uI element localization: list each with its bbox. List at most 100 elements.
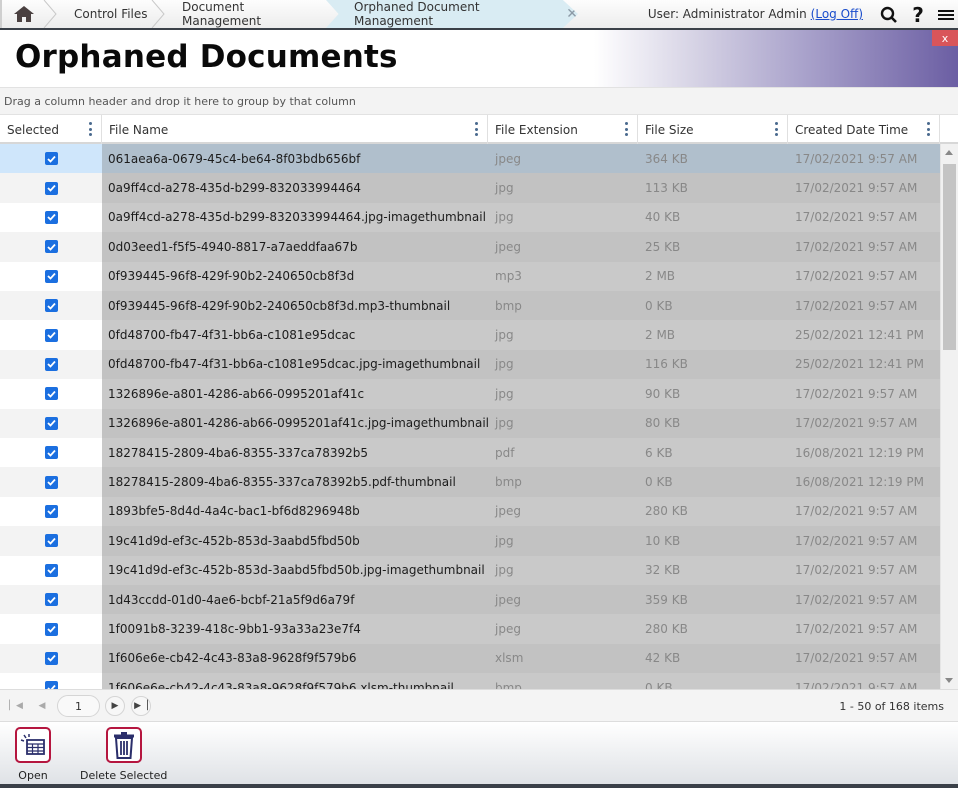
column-menu-icon[interactable] xyxy=(625,122,629,136)
column-header-selected[interactable]: Selected xyxy=(0,115,102,144)
row-checkbox[interactable] xyxy=(44,651,58,665)
next-page-button[interactable]: ▶ xyxy=(105,696,125,716)
table-row[interactable]: 1326896e-a801-4286-ab66-0995201af41c.jpg… xyxy=(0,408,940,438)
breadcrumb-document-management[interactable]: Document Management xyxy=(164,0,324,28)
column-menu-icon[interactable] xyxy=(475,122,479,136)
table-row[interactable]: 061aea6a-0679-45c4-be64-8f03bdb656bf jpeg… xyxy=(0,144,940,174)
row-checkbox[interactable] xyxy=(44,181,58,195)
breadcrumb-control-files[interactable]: Control Files xyxy=(56,0,154,28)
row-checkbox[interactable] xyxy=(44,357,58,371)
table-row[interactable]: 0a9ff4cd-a278-435d-b299-832033994464.jpg… xyxy=(0,202,940,233)
group-drop-area[interactable]: Drag a column header and drop it here to… xyxy=(0,87,958,115)
selected-cell[interactable] xyxy=(0,291,102,321)
table-row[interactable]: 1f606e6e-cb42-4c43-83a8-9628f9f579b6 xlsm… xyxy=(0,643,940,674)
vertical-scrollbar[interactable] xyxy=(940,144,958,689)
row-checkbox[interactable] xyxy=(44,681,58,689)
selected-cell[interactable] xyxy=(0,379,102,409)
selected-cell[interactable] xyxy=(0,585,102,615)
column-menu-icon[interactable] xyxy=(927,122,931,136)
help-button[interactable]: ? xyxy=(907,3,929,27)
checkmark-icon xyxy=(46,625,56,633)
scroll-up-icon[interactable] xyxy=(945,150,953,155)
open-button[interactable]: Open xyxy=(15,727,51,782)
last-page-icon: ▶▕ xyxy=(134,701,148,711)
table-row[interactable]: 0fd48700-fb47-4f31-bb6a-c1081e95dcac.jpg… xyxy=(0,349,940,380)
file-name-cell: 1f0091b8-3239-418c-9bb1-93a33a23e7f4 xyxy=(102,614,488,644)
menu-button[interactable] xyxy=(935,4,957,26)
table-row[interactable]: 0f939445-96f8-429f-90b2-240650cb8f3d mp3 2… xyxy=(0,261,940,291)
row-checkbox[interactable] xyxy=(44,299,58,313)
table-row[interactable]: 19c41d9d-ef3c-452b-853d-3aabd5fbd50b.jpg… xyxy=(0,555,940,585)
selected-cell[interactable] xyxy=(0,526,102,556)
log-off-link[interactable]: (Log Off) xyxy=(811,7,863,21)
selected-cell[interactable] xyxy=(0,438,102,468)
row-checkbox[interactable] xyxy=(44,593,58,607)
page-title: Orphaned Documents xyxy=(15,39,398,75)
close-page-button[interactable]: x xyxy=(932,30,958,46)
current-page[interactable]: 1 xyxy=(57,695,100,717)
selected-cell[interactable] xyxy=(0,408,102,438)
selected-cell[interactable] xyxy=(0,496,102,527)
delete-selected-button[interactable]: Delete Selected xyxy=(80,727,167,782)
search-button[interactable] xyxy=(878,4,900,26)
row-checkbox[interactable] xyxy=(44,328,58,342)
column-header-file-size[interactable]: File Size xyxy=(638,115,788,144)
selected-cell[interactable] xyxy=(0,467,102,497)
selected-cell[interactable] xyxy=(0,144,102,174)
scroll-down-icon[interactable] xyxy=(945,678,953,683)
selected-cell[interactable] xyxy=(0,643,102,674)
home-button[interactable] xyxy=(0,0,46,28)
table-row[interactable]: 1893bfe5-8d4d-4a4c-bac1-bf6d8296948b jpeg… xyxy=(0,496,940,527)
breadcrumb-orphaned-document-management[interactable]: Orphaned Document Management ✕ xyxy=(326,0,578,28)
selected-cell[interactable] xyxy=(0,173,102,203)
row-checkbox[interactable] xyxy=(44,210,58,224)
row-checkbox[interactable] xyxy=(44,416,58,430)
table-row[interactable]: 1d43ccdd-01d0-4ae6-bcbf-21a5f9d6a79f jpeg… xyxy=(0,585,940,615)
close-tab-icon[interactable]: ✕ xyxy=(566,6,578,22)
column-header-file-extension[interactable]: File Extension xyxy=(488,115,638,144)
user-info: User: Administrator Admin (Log Off) xyxy=(648,0,863,28)
row-checkbox[interactable] xyxy=(44,269,58,283)
table-row[interactable]: 0d03eed1-f5f5-4940-8817-a7aeddfaa67b jpeg… xyxy=(0,232,940,262)
table-row[interactable]: 18278415-2809-4ba6-8355-337ca78392b5.pdf… xyxy=(0,467,940,497)
table-row[interactable]: 1f0091b8-3239-418c-9bb1-93a33a23e7f4 jpeg… xyxy=(0,614,940,644)
column-menu-icon[interactable] xyxy=(89,122,93,136)
row-checkbox[interactable] xyxy=(44,387,58,401)
selected-cell[interactable] xyxy=(0,555,102,585)
file-extension-cell: jpg xyxy=(488,526,638,556)
table-row[interactable]: 0f939445-96f8-429f-90b2-240650cb8f3d.mp3… xyxy=(0,291,940,321)
row-checkbox[interactable] xyxy=(44,475,58,489)
row-checkbox[interactable] xyxy=(44,240,58,254)
column-header-created-date-time[interactable]: Created Date Time xyxy=(788,115,940,144)
selected-cell[interactable] xyxy=(0,232,102,262)
table-row[interactable]: 0fd48700-fb47-4f31-bb6a-c1081e95dcac jpg 2… xyxy=(0,320,940,350)
selected-cell[interactable] xyxy=(0,202,102,233)
row-checkbox[interactable] xyxy=(44,563,58,577)
checkmark-icon xyxy=(46,449,56,457)
table-row[interactable]: 18278415-2809-4ba6-8355-337ca78392b5 pdf 6… xyxy=(0,438,940,468)
table-row[interactable]: 1326896e-a801-4286-ab66-0995201af41c jpg 9… xyxy=(0,379,940,409)
file-size-cell: 0 KB xyxy=(638,673,788,689)
file-extension-cell: jpeg xyxy=(488,614,638,644)
table-row[interactable]: 1f606e6e-cb42-4c43-83a8-9628f9f579b6.xls… xyxy=(0,673,940,689)
scrollbar-thumb[interactable] xyxy=(943,164,956,350)
checkmark-icon xyxy=(46,273,56,281)
table-row[interactable]: 0a9ff4cd-a278-435d-b299-832033994464 jpg 1… xyxy=(0,173,940,203)
row-checkbox[interactable] xyxy=(44,534,58,548)
row-checkbox[interactable] xyxy=(44,504,58,518)
file-size-cell: 32 KB xyxy=(638,555,788,585)
column-header-file-name[interactable]: File Name xyxy=(102,115,488,144)
previous-page-button[interactable]: ◀ xyxy=(32,696,52,716)
selected-cell[interactable] xyxy=(0,320,102,350)
column-menu-icon[interactable] xyxy=(775,122,779,136)
last-page-button[interactable]: ▶▕ xyxy=(131,696,151,716)
row-checkbox[interactable] xyxy=(44,152,58,166)
table-row[interactable]: 19c41d9d-ef3c-452b-853d-3aabd5fbd50b jpg 1… xyxy=(0,526,940,556)
selected-cell[interactable] xyxy=(0,673,102,689)
row-checkbox[interactable] xyxy=(44,622,58,636)
row-checkbox[interactable] xyxy=(44,446,58,460)
selected-cell[interactable] xyxy=(0,261,102,291)
first-page-button[interactable]: ▏◀ xyxy=(6,696,26,716)
selected-cell[interactable] xyxy=(0,614,102,644)
selected-cell[interactable] xyxy=(0,349,102,380)
